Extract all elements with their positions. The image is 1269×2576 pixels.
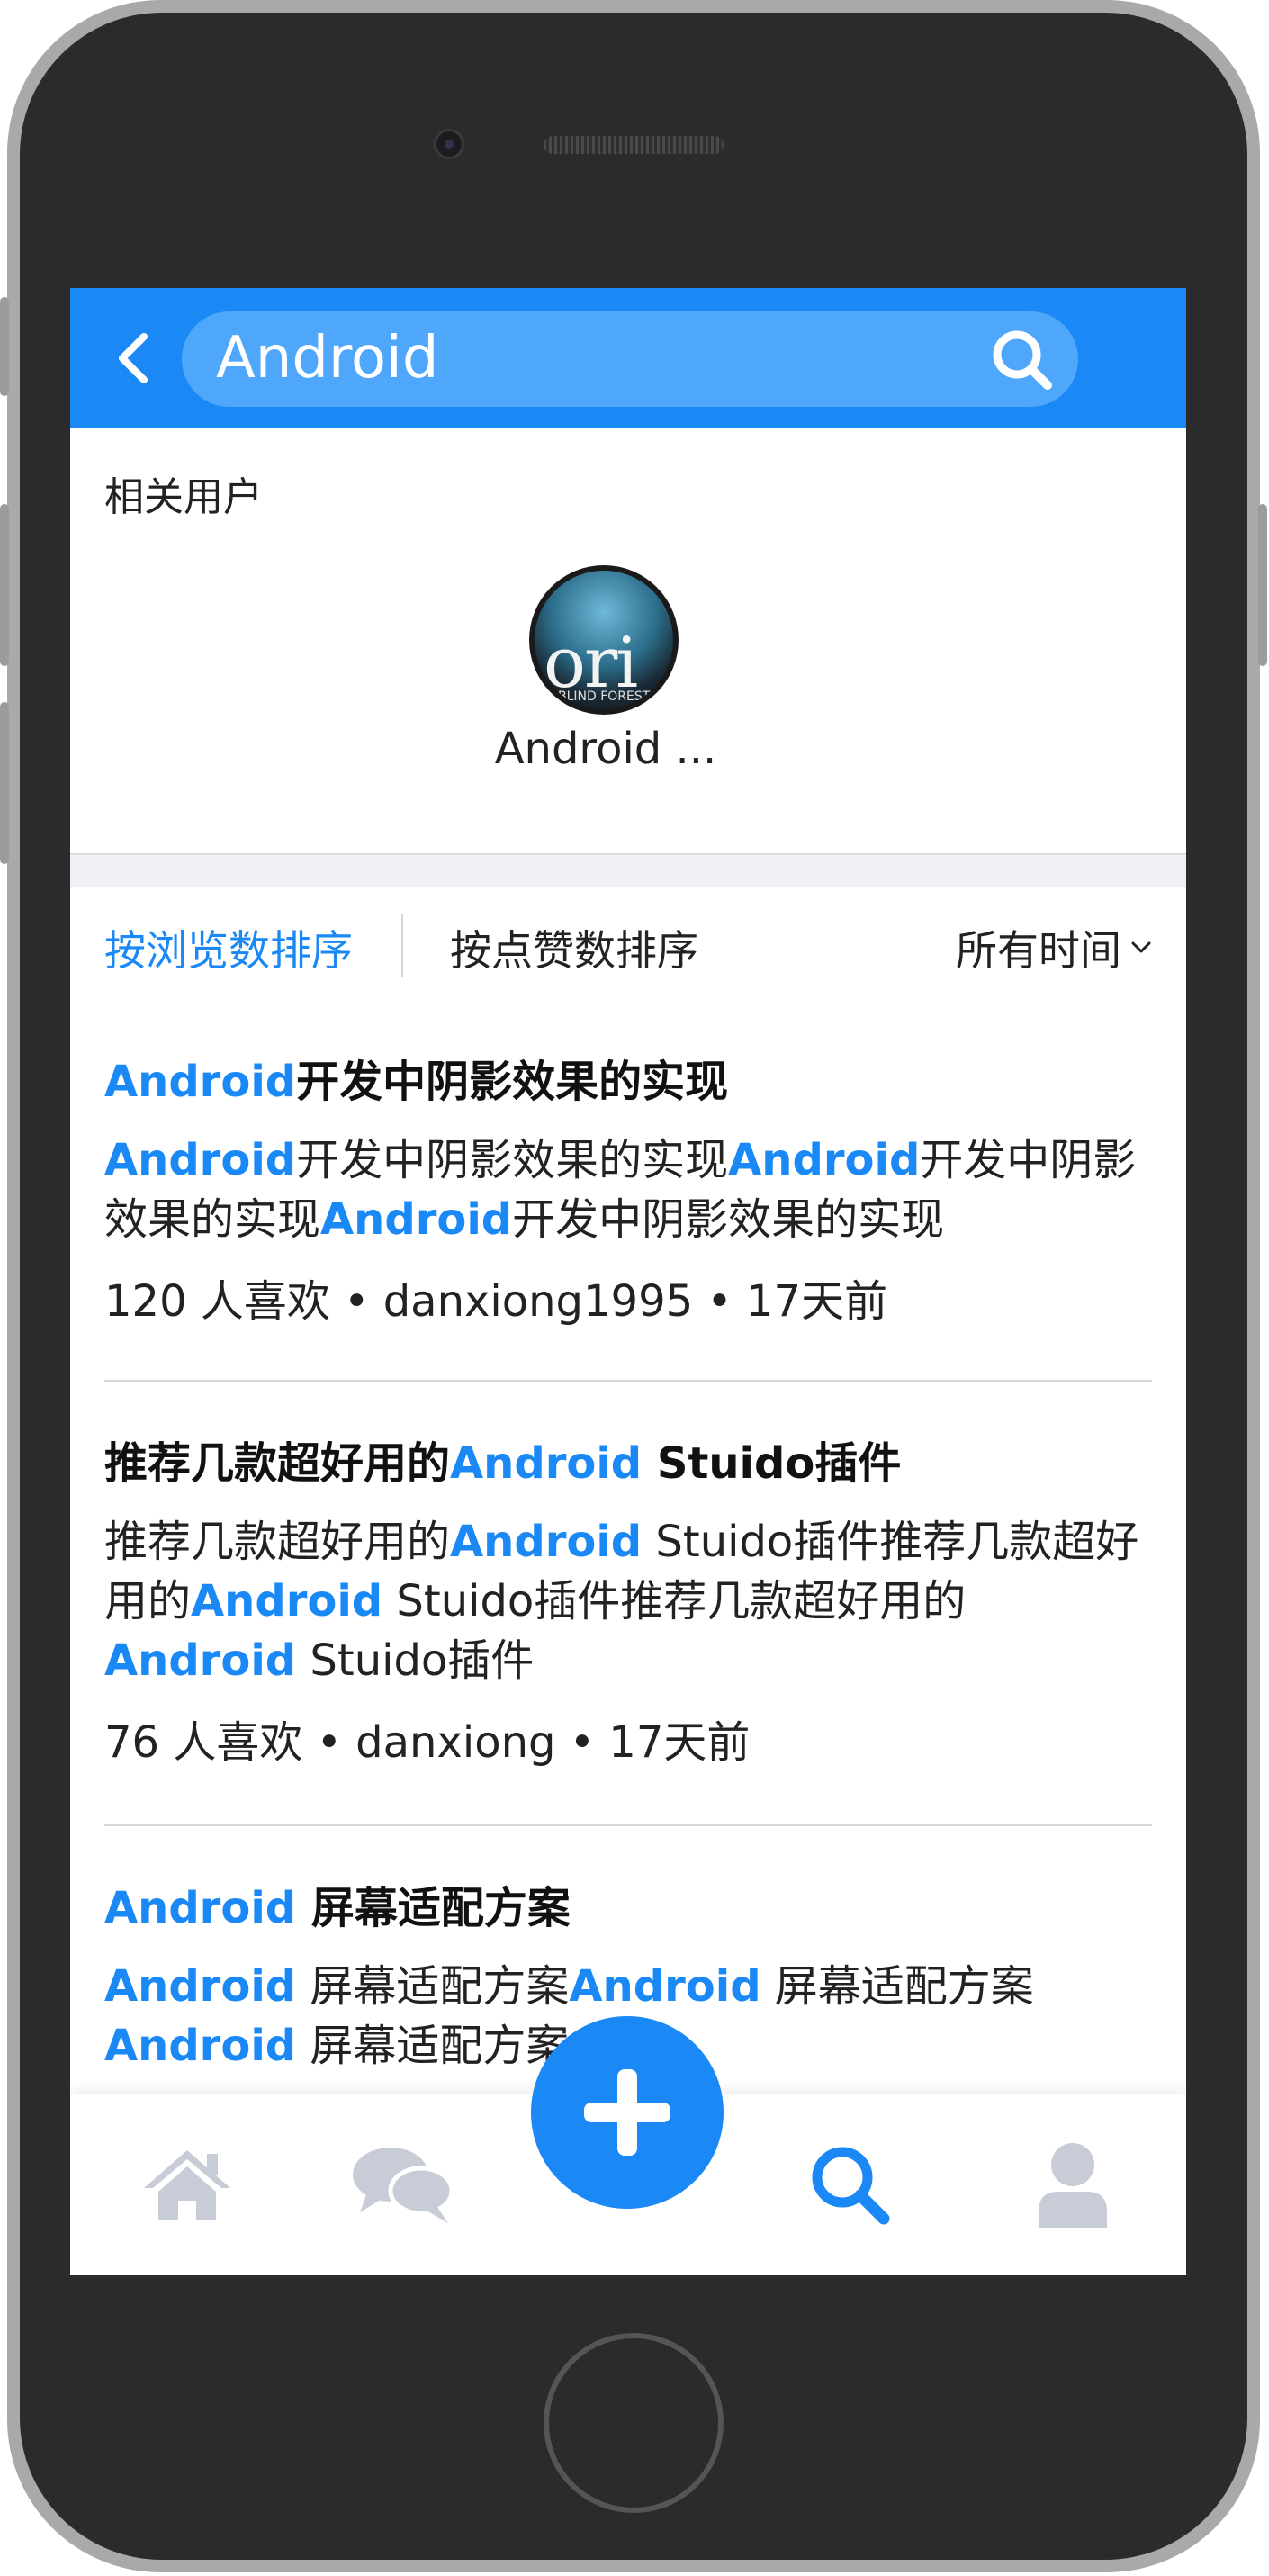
- keyword-highlight: Android: [104, 1635, 297, 1686]
- plus-icon: [584, 2069, 670, 2156]
- tab-search[interactable]: [796, 2130, 904, 2238]
- keyword-highlight: Android: [450, 1517, 643, 1567]
- time-filter-dropdown[interactable]: 所有时间: [956, 918, 1152, 977]
- tab-profile[interactable]: [1019, 2130, 1127, 2238]
- keyword-highlight: Android: [569, 1961, 761, 2012]
- post-title[interactable]: Android开发中阴影效果的实现: [104, 1053, 1152, 1111]
- tab-messages[interactable]: [349, 2130, 457, 2238]
- keyword-highlight: Android: [728, 1135, 921, 1185]
- keyword-highlight: Android: [104, 1961, 297, 2012]
- keyword-highlight: Android: [104, 1883, 297, 1933]
- earpiece-speaker: [544, 136, 724, 154]
- avatar-logo-subtext: BLIND FOREST: [558, 689, 651, 704]
- volume-down-button: [0, 702, 9, 864]
- related-users-label: 相关用户: [104, 474, 263, 520]
- sort-separator: [401, 914, 403, 977]
- search-icon[interactable]: [986, 324, 1058, 396]
- post-meta: 120 人喜欢 • danxiong1995 • 17天前: [104, 1276, 888, 1327]
- volume-up-button: [0, 504, 9, 666]
- text-segment: 屏幕适配方案: [760, 1961, 1034, 2012]
- time-filter-label: 所有时间: [956, 926, 1121, 975]
- back-button[interactable]: [106, 331, 160, 385]
- post-item[interactable]: Android开发中阴影效果的实现 Android开发中阴影效果的实现Andro…: [104, 1053, 1152, 1330]
- text-segment: Stuido插件: [296, 1635, 535, 1686]
- text-segment: 开发中阴影效果的实现: [512, 1194, 945, 1245]
- post-excerpt: 推荐几款超好用的Android Stuido插件推荐几款超好用的Android …: [104, 1512, 1152, 1690]
- text-segment: 推荐几款超好用的: [104, 1438, 451, 1489]
- text-segment: 屏幕适配方案: [296, 1961, 570, 2012]
- keyword-highlight: Android: [104, 1135, 297, 1185]
- chevron-left-icon: [119, 333, 148, 383]
- keyword-highlight: Android: [104, 2021, 297, 2071]
- text-segment: Stuido插件推荐几款超好用的: [382, 1576, 967, 1626]
- text-segment: 开发中阴影效果的实现: [296, 1135, 729, 1185]
- post-excerpt: Android开发中阴影效果的实现Android开发中阴影效果的实现Androi…: [104, 1130, 1152, 1249]
- sort-bar: 按浏览数排序 按点赞数排序 所有时间: [70, 887, 1186, 1003]
- tab-home[interactable]: [133, 2130, 241, 2238]
- sort-by-views-tab[interactable]: 按浏览数排序: [104, 918, 353, 977]
- related-user-name[interactable]: Android ...: [493, 724, 718, 774]
- home-button[interactable]: [544, 2333, 724, 2513]
- home-icon: [144, 2150, 230, 2220]
- app-screen: Android 相关用户 ori BLIND FOREST Android ..…: [70, 288, 1186, 2275]
- front-camera: [434, 129, 464, 159]
- post-title[interactable]: 推荐几款超好用的Android Stuido插件: [104, 1435, 1152, 1492]
- post-meta: 76 人喜欢 • danxiong • 17天前: [104, 1717, 751, 1768]
- user-icon: [1039, 2143, 1107, 2228]
- sort-by-likes-tab[interactable]: 按点赞数排序: [450, 918, 698, 977]
- text-segment: 屏幕适配方案: [296, 1883, 571, 1933]
- mute-switch: [0, 297, 9, 396]
- keyword-highlight: Android: [104, 1057, 297, 1107]
- text-segment: Stuido插件: [642, 1438, 902, 1489]
- post-divider: [104, 1824, 1152, 1826]
- search-query-text: Android: [216, 325, 439, 392]
- search-icon: [812, 2147, 890, 2225]
- user-avatar[interactable]: ori BLIND FOREST: [529, 565, 679, 715]
- post-title[interactable]: Android 屏幕适配方案: [104, 1879, 1152, 1937]
- search-header: Android: [70, 288, 1186, 428]
- text-segment: 屏幕适配方案: [296, 2021, 570, 2071]
- post-item[interactable]: 推荐几款超好用的Android Stuido插件 推荐几款超好用的Android…: [104, 1435, 1152, 1771]
- section-divider: [70, 853, 1186, 887]
- keyword-highlight: Android: [450, 1438, 643, 1489]
- text-segment: 开发中阴影效果的实现: [296, 1057, 729, 1107]
- power-button: [1258, 504, 1267, 666]
- text-segment: 推荐几款超好用的: [104, 1517, 451, 1567]
- search-input[interactable]: Android: [182, 311, 1078, 407]
- chat-icon: [353, 2148, 454, 2223]
- post-divider: [104, 1380, 1152, 1382]
- keyword-highlight: Android: [320, 1194, 513, 1245]
- chevron-down-icon: [1131, 941, 1151, 953]
- keyword-highlight: Android: [191, 1576, 383, 1626]
- create-post-button[interactable]: [531, 2016, 724, 2209]
